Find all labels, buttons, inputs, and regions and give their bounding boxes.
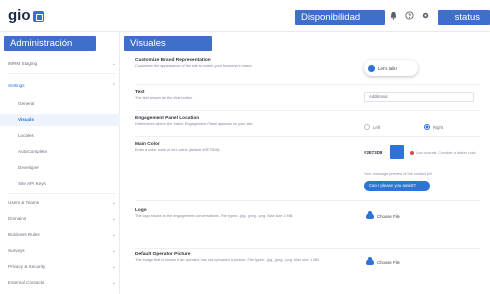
sidebar-item-label: External Contacts [8,280,45,285]
sidebar-item-label: Visuals [18,117,35,122]
radio-button[interactable] [364,124,370,130]
sidebar-item-visuals[interactable]: Visuals [18,114,116,126]
setting-description: The text shown as the chat button. [135,96,194,100]
sidebar-item-developer[interactable]: Developer [18,162,116,174]
sidebar-item-domains[interactable]: Domains ⌄ [8,213,116,225]
main-color-input[interactable]: #2E73D8 [364,150,382,155]
setting-description: The logo shown in the engagement convers… [135,214,294,218]
chevron-down-icon: ⌄ [111,264,116,270]
chevron-up-icon: ⌃ [111,83,116,89]
location-radio-left[interactable]: Left [364,124,380,130]
radio-button[interactable] [424,124,430,130]
sidebar-item-autocomplete[interactable]: AutoComplete [18,146,116,158]
setting-description: Customize the appearance of the site to … [135,64,253,68]
setting-panel-location: Engagement Panel Location Determines whe… [135,116,360,127]
setting-main-color: Main Color Enter a color code or hex val… [135,142,360,153]
radio-label: Left [373,124,381,130]
chevron-down-icon: ⌄ [111,200,116,206]
sidebar-item-label: Business Rules [8,232,40,237]
section-divider [135,110,480,111]
section-divider [135,84,480,85]
help-icon[interactable] [405,11,414,20]
sidebar-item-label: Site API Keys [18,181,46,186]
setting-text: Text The text shown as the chat button. [135,90,360,101]
cloud-upload-icon [366,211,374,219]
chevron-down-icon: ⌄ [111,232,116,238]
contrast-warning: Low contrast. Consider a darker color. [410,151,477,155]
setting-description: Enter a color code or hex value (default… [135,148,221,152]
top-bar: gio [0,0,490,32]
chat-button-text: Let's talk! [378,65,397,71]
button-label: Choose File [377,259,400,265]
sidebar-item-imrm-staging[interactable]: IMRM Staging ⌄ [8,58,116,70]
warning-text: Low contrast. Consider a darker color. [416,151,477,155]
app-logo[interactable]: gio [8,8,44,24]
disponibilidad-label[interactable]: Disponibilidad [295,10,385,25]
sidebar-item-label: Domains [8,216,27,221]
sidebar-item-label: IMRM Staging [8,61,38,66]
sidebar-item-site-api-keys[interactable]: Site API Keys [18,178,116,190]
sidebar-item-settings[interactable]: Settings ⌃ [8,80,116,92]
sidebar-item-general[interactable]: General [18,98,116,110]
chevron-down-icon: ⌄ [111,61,116,67]
top-icon-group [389,11,430,20]
sidebar-item-label: Surveys [8,248,25,253]
button-label: Choose File [377,213,400,219]
sidebar-divider [8,193,116,194]
cloud-upload-icon [366,257,374,265]
main-color-swatch[interactable] [390,145,404,159]
sidebar-item-surveys[interactable]: Surveys ⌄ [8,245,116,257]
warning-icon [410,151,414,155]
gear-icon[interactable] [421,11,430,20]
setting-operator-picture: Default Operator Picture The image that … [135,252,360,263]
setting-description: Determines where the Visitor Engagement … [135,122,254,126]
sidebar-divider [8,73,116,74]
logo-square-icon [32,10,44,22]
status-label[interactable]: status [438,10,490,25]
setting-brand-representation: Customize Brand Representation Customize… [135,58,360,69]
preview-message-bubble: Can I please you assist? [364,181,430,191]
radio-label: Right [433,124,444,130]
sidebar-item-label: Locales [18,133,34,138]
bell-icon[interactable] [389,11,398,20]
sidebar-item-label: AutoComplete [18,149,48,154]
chevron-down-icon: ⌄ [111,248,116,254]
sidebar-item-locales[interactable]: Locales [18,130,116,142]
visuales-section-label: Visuales [124,36,212,51]
sidebar-item-label: Privacy & Security [8,264,46,269]
location-radio-right[interactable]: Right [424,124,443,130]
sidebar-item-label: Developer [18,165,39,170]
sidebar-item-privacy-security[interactable]: Privacy & Security ⌄ [8,261,116,273]
section-divider [135,248,480,249]
chevron-down-icon: ⌄ [111,216,116,222]
section-divider [135,136,480,137]
preview-label: Your message preview of the contact pill [364,172,432,176]
chat-icon [368,64,375,72]
chat-button-preview[interactable]: Let's talk! [364,60,418,76]
setting-description: The image that is shown if an operator h… [135,258,320,262]
setting-logo: Logo The logo shown in the engagement co… [135,208,360,219]
section-divider [135,200,480,201]
sidebar-item-external-contacts[interactable]: External Contacts ⌄ [8,277,116,289]
chevron-down-icon: ⌄ [111,280,116,286]
operator-choose-file-button[interactable]: Choose File [366,256,400,268]
sidebar-item-users-teams[interactable]: Users & Teams ⌄ [8,197,116,209]
admin-section-label: Administración [4,36,96,51]
logo-mark: gio [8,7,31,24]
sidebar-item-label: Settings [8,83,25,88]
logo-choose-file-button[interactable]: Choose File [366,210,400,222]
text-select[interactable]: Additional [364,92,474,102]
sidebar-item-label: Users & Teams [8,200,40,205]
sidebar-item-label: General [18,101,35,106]
sidebar-item-business-rules[interactable]: Business Rules ⌄ [8,229,116,241]
